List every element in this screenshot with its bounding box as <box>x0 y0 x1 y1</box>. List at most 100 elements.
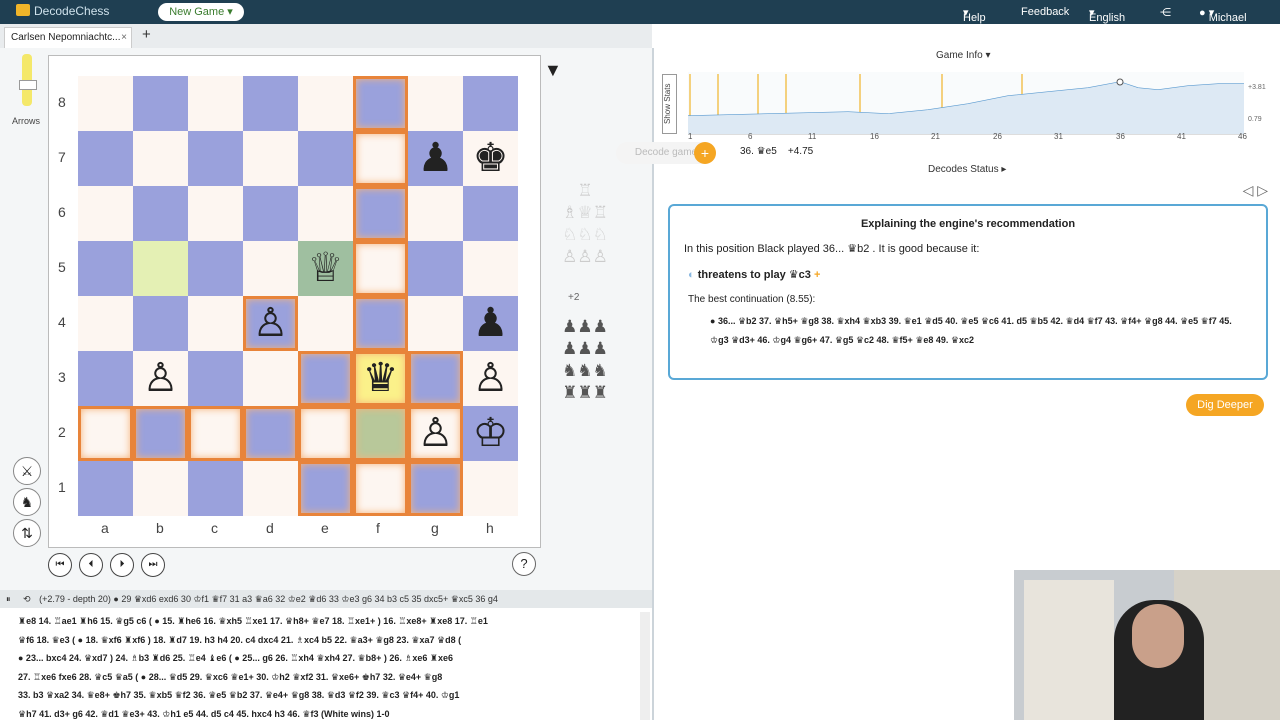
move-list-line[interactable]: 27. ♖xe6 fxe6 28. ♛c5 ♛a5 ( ● 28... ♛d5 … <box>0 668 640 687</box>
move-list-line[interactable]: ♜e8 14. ♖ae1 ♜h6 15. ♛g5 c6 ( ● 15. ♜he6… <box>0 612 640 631</box>
square-h5[interactable] <box>463 241 518 296</box>
next-move-button[interactable]: ⏵ <box>110 553 134 577</box>
explain-nav-arrows-icon[interactable]: ◁ ▷ <box>1243 182 1268 199</box>
square-h1[interactable] <box>463 461 518 516</box>
square-e4[interactable] <box>298 296 353 351</box>
knight-icon[interactable]: ♞ <box>13 488 41 516</box>
engine-icon[interactable]: ⟲ <box>23 594 31 604</box>
square-a8[interactable] <box>78 76 133 131</box>
dig-deeper-button[interactable]: Dig Deeper <box>1186 394 1264 416</box>
square-f4[interactable] <box>353 296 408 351</box>
share-icon[interactable]: ⋲ <box>1160 6 1171 19</box>
square-b7[interactable] <box>133 131 188 186</box>
square-a5[interactable] <box>78 241 133 296</box>
threat-item[interactable]: ◐ threatens to play ♛c3 + <box>688 268 820 281</box>
decodes-status-toggle[interactable]: Decodes Status ▸ <box>928 164 1006 175</box>
square-c7[interactable] <box>188 131 243 186</box>
help-menu[interactable]: Help ▾ <box>963 6 986 24</box>
move-list-line[interactable]: ♛f6 18. ♛e3 ( ● 18. ♛xf6 ♜xf6 ) 18. ♜d7 … <box>0 631 640 650</box>
show-stats-button[interactable]: Show Stats <box>662 74 677 134</box>
move-list-line[interactable]: 33. b3 ♛xa2 34. ♛e8+ ♚h7 35. ♛xb5 ♛f2 36… <box>0 686 640 705</box>
square-d3[interactable] <box>243 351 298 406</box>
square-e7[interactable] <box>298 131 353 186</box>
piece-g7[interactable]: ♟ <box>408 131 463 186</box>
square-d7[interactable] <box>243 131 298 186</box>
language-menu[interactable]: English ▾ <box>1089 6 1125 24</box>
square-c4[interactable] <box>188 296 243 351</box>
move-list-line[interactable]: ♛h7 41. d3+ g6 42. ♛d1 ♛e3+ 43. ♔h1 e5 4… <box>0 705 640 720</box>
piece-h7[interactable]: ♚ <box>463 131 518 186</box>
square-a4[interactable] <box>78 296 133 351</box>
square-a1[interactable] <box>78 461 133 516</box>
piece-f3[interactable]: ♛ <box>353 351 408 406</box>
square-e3[interactable] <box>298 351 353 406</box>
square-a7[interactable] <box>78 131 133 186</box>
square-b2[interactable] <box>133 406 188 461</box>
piece-h2[interactable]: ♔ <box>463 406 518 461</box>
close-icon[interactable]: × <box>121 28 127 48</box>
prev-move-button[interactable]: ⏴ <box>79 553 103 577</box>
square-c5[interactable] <box>188 241 243 296</box>
last-move-button[interactable]: ⏭ <box>141 553 165 577</box>
move-list-scrollbar[interactable] <box>640 612 650 720</box>
square-a3[interactable] <box>78 351 133 406</box>
square-f8[interactable] <box>353 76 408 131</box>
new-game-button[interactable]: New Game ▾ <box>158 3 244 21</box>
square-f7[interactable] <box>353 131 408 186</box>
add-tab-icon[interactable]: + <box>142 26 151 43</box>
square-c1[interactable] <box>188 461 243 516</box>
square-e1[interactable] <box>298 461 353 516</box>
piece-d4[interactable]: ♙ <box>243 296 298 351</box>
game-info-toggle[interactable]: Game Info ▾ <box>936 50 991 61</box>
square-f2[interactable] <box>353 406 408 461</box>
square-d6[interactable] <box>243 186 298 241</box>
piece-b3[interactable]: ♙ <box>133 351 188 406</box>
square-c3[interactable] <box>188 351 243 406</box>
best-continuation-line[interactable]: ● 36... ♛b2 37. ♛h5+ ♛g8 38. ♛xh4 ♛xb3 3… <box>710 312 1240 350</box>
flip-board-icon[interactable]: ⇅ <box>13 519 41 547</box>
square-c2[interactable] <box>188 406 243 461</box>
square-g8[interactable] <box>408 76 463 131</box>
square-f1[interactable] <box>353 461 408 516</box>
square-g4[interactable] <box>408 296 463 351</box>
feedback-link[interactable]: Feedback <box>1021 6 1069 18</box>
piece-g2[interactable]: ♙ <box>408 406 463 461</box>
pause-icon[interactable]: ⏸ <box>6 594 11 604</box>
decode-plus-icon[interactable]: + <box>694 142 716 164</box>
square-a6[interactable] <box>78 186 133 241</box>
square-e6[interactable] <box>298 186 353 241</box>
arrows-slider-handle[interactable] <box>19 80 37 90</box>
square-d2[interactable] <box>243 406 298 461</box>
square-e8[interactable] <box>298 76 353 131</box>
square-g6[interactable] <box>408 186 463 241</box>
app-logo[interactable]: DecodeChess <box>16 4 109 18</box>
square-b6[interactable] <box>133 186 188 241</box>
square-e2[interactable] <box>298 406 353 461</box>
square-a2[interactable] <box>78 406 133 461</box>
piece-h4[interactable]: ♟ <box>463 296 518 351</box>
move-list-line[interactable]: ● 23... bxc4 24. ♛xd7 ) 24. ♗b3 ♜d6 25. … <box>0 649 640 668</box>
square-g1[interactable] <box>408 461 463 516</box>
piece-h3[interactable]: ♙ <box>463 351 518 406</box>
square-g5[interactable] <box>408 241 463 296</box>
chess-board[interactable]: ♟ ♚ ♕ ♙ ♟ ♙ ♛ ♙ ♙ ♔ 87654321abcdefgh <box>48 55 541 548</box>
square-g3[interactable] <box>408 351 463 406</box>
square-b5[interactable] <box>133 241 188 296</box>
square-h6[interactable] <box>463 186 518 241</box>
square-c8[interactable] <box>188 76 243 131</box>
square-d8[interactable] <box>243 76 298 131</box>
square-c6[interactable] <box>188 186 243 241</box>
eval-graph[interactable] <box>687 72 1244 135</box>
square-d5[interactable] <box>243 241 298 296</box>
move-list[interactable]: ♜e8 14. ♖ae1 ♜h6 15. ♛g5 c6 ( ● 15. ♜he6… <box>0 612 640 720</box>
piece-e5[interactable]: ♕ <box>298 241 353 296</box>
square-f6[interactable] <box>353 186 408 241</box>
square-f5[interactable] <box>353 241 408 296</box>
first-move-button[interactable]: ⏮ <box>48 553 72 577</box>
square-b4[interactable] <box>133 296 188 351</box>
game-tab[interactable]: Carlsen Nepomniachtc... × <box>4 27 132 48</box>
help-button[interactable]: ? <box>512 552 536 576</box>
square-d1[interactable] <box>243 461 298 516</box>
square-b8[interactable] <box>133 76 188 131</box>
user-menu[interactable]: ● Michael ▾ <box>1199 6 1247 24</box>
